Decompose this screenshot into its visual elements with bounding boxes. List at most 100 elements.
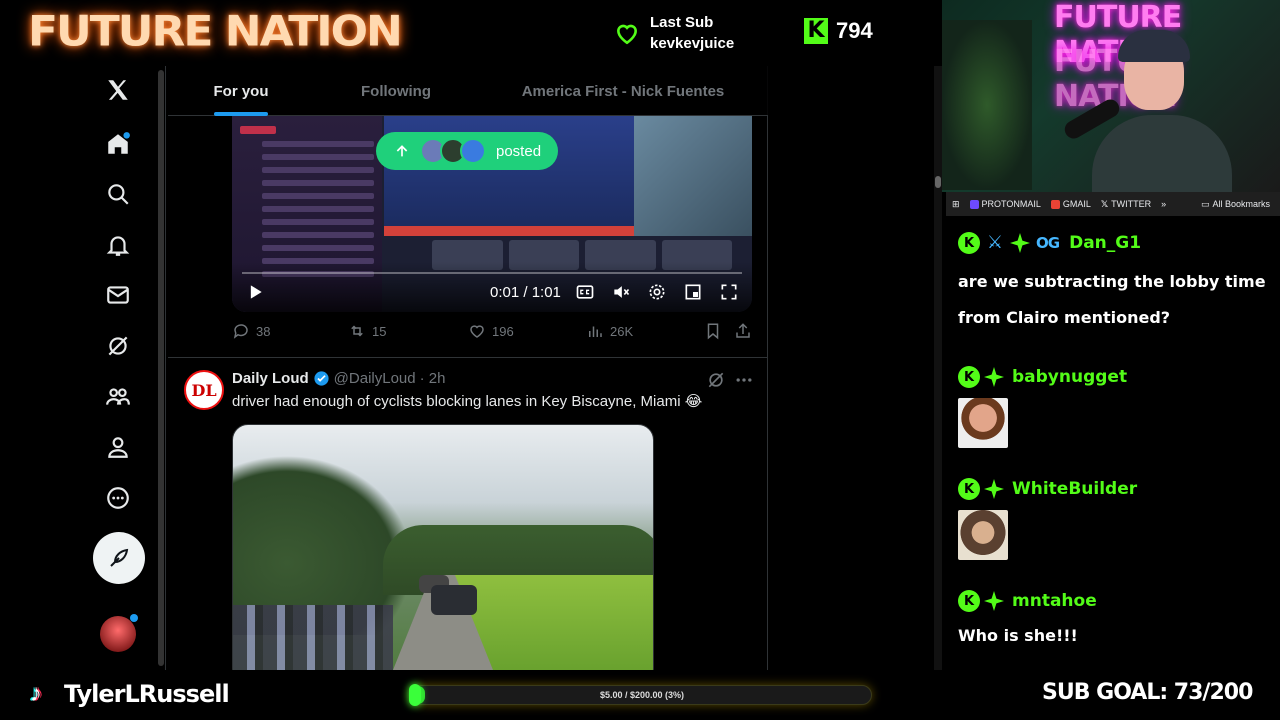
brand-logo: FUTURE NATION xyxy=(28,7,403,56)
tab-for-you[interactable]: For you xyxy=(168,66,314,116)
chat-message: K mntahoe Who is she!!! xyxy=(958,588,1272,654)
repost-button[interactable]: 15 xyxy=(348,322,386,340)
chat-username[interactable]: babynugget xyxy=(1012,367,1127,387)
video-time: 0:01 / 1:01 xyxy=(490,284,561,301)
settings-gear-icon[interactable] xyxy=(646,282,668,302)
last-sub-label: Last Sub xyxy=(650,14,714,31)
video-progress-bar[interactable] xyxy=(242,272,742,274)
webcam-feed: FUTURE NATION FUTURE NATION xyxy=(942,0,1280,192)
new-posts-pill[interactable]: posted xyxy=(376,132,558,170)
reply-count: 38 xyxy=(256,323,271,339)
like-count: 196 xyxy=(492,323,514,339)
tab-following[interactable]: Following xyxy=(314,66,478,116)
more-options-icon[interactable] xyxy=(734,370,754,390)
post-header: Daily Loud @DailyLoud · 2h xyxy=(232,370,445,387)
bookmarks-bar: ⊞ PROTONMAIL GMAIL 𝕏 TWITTER » ▭ All Bookm… xyxy=(946,192,1280,216)
stream-bottom-bar: ♪ TylerLRussell $5.00 / $200.00 (3%) SUB… xyxy=(0,670,1280,720)
captions-icon[interactable] xyxy=(574,282,596,302)
all-bookmarks[interactable]: ▭ All Bookmarks xyxy=(1201,199,1280,210)
posted-label: posted xyxy=(496,142,542,160)
verified-badge-icon xyxy=(314,371,329,386)
post-media[interactable] xyxy=(232,424,654,670)
grok-explain-icon[interactable] xyxy=(706,370,726,390)
sword-badge-icon: ⚔ xyxy=(986,232,1004,253)
grok-icon[interactable] xyxy=(98,326,138,366)
pip-icon[interactable] xyxy=(682,282,704,302)
og-badge-icon: OG xyxy=(1036,234,1060,252)
page-scrollbar[interactable] xyxy=(934,66,942,670)
heart-icon xyxy=(617,24,637,45)
kick-badge-icon: K xyxy=(958,590,980,612)
like-button[interactable]: 196 xyxy=(468,322,514,340)
communities-icon[interactable] xyxy=(98,377,138,417)
bookmark-protonmail[interactable]: PROTONMAIL xyxy=(969,199,1041,209)
more-circle-icon[interactable] xyxy=(98,478,138,518)
profile-icon[interactable] xyxy=(98,427,138,467)
bell-icon[interactable] xyxy=(98,225,138,265)
subscriber-badge-icon xyxy=(984,591,1004,611)
chat-message: K WhiteBuilder xyxy=(958,476,1272,560)
subscriber-badge-icon xyxy=(984,367,1004,387)
chat-username[interactable]: WhiteBuilder xyxy=(1012,479,1137,499)
video-player[interactable]: posted 0:01 / 1:01 xyxy=(232,116,752,312)
chat-panel: K ⚔ OG Dan_G1 are we subtracting the lob… xyxy=(946,216,1280,670)
reply-button[interactable]: 38 xyxy=(232,322,270,340)
author-handle[interactable]: @DailyLoud xyxy=(334,370,416,387)
home-icon[interactable] xyxy=(98,124,138,164)
kick-badge-icon: K xyxy=(958,478,980,500)
search-icon[interactable] xyxy=(98,174,138,214)
timeline-tabs: For you Following America First - Nick F… xyxy=(168,66,768,116)
x-app-window: For you Following America First - Nick F… xyxy=(0,66,942,670)
kick-badge-icon: K xyxy=(958,232,980,254)
chat-username[interactable]: Dan_G1 xyxy=(1069,233,1141,253)
play-icon[interactable] xyxy=(244,282,266,302)
arrow-up-icon xyxy=(396,145,408,157)
author-avatar[interactable]: DL xyxy=(184,370,224,410)
donation-goal-text: $5.00 / $200.00 (3%) xyxy=(599,690,685,700)
nav-scrollbar[interactable] xyxy=(158,70,164,666)
fullscreen-icon[interactable] xyxy=(718,282,740,302)
video-frame-map xyxy=(634,116,752,236)
chevron-more-icon[interactable]: » xyxy=(1161,199,1166,209)
author-name[interactable]: Daily Loud xyxy=(232,370,309,387)
subscriber-badge-icon xyxy=(1010,233,1030,253)
chat-text: Who is she!!! xyxy=(958,626,1078,645)
mail-icon[interactable] xyxy=(98,275,138,315)
stream-top-bar: FUTURE NATION Last Sub kevkevjuice K 794 xyxy=(0,0,940,66)
sub-goal: SUB GOAL: 73/200 xyxy=(1042,680,1253,705)
notification-dot xyxy=(130,614,138,622)
account-avatar[interactable] xyxy=(100,614,138,652)
chat-emote xyxy=(958,510,1008,560)
post-text: driver had enough of cyclists blocking l… xyxy=(232,393,703,410)
kick-count-value: 794 xyxy=(836,18,873,43)
post-actions: 38 15 196 26K xyxy=(232,322,756,346)
post[interactable]: DL Daily Loud @DailyLoud · 2h driver had… xyxy=(168,358,768,670)
bookmark-gmail[interactable]: GMAIL xyxy=(1050,199,1091,209)
compose-post-button[interactable] xyxy=(93,532,145,584)
mute-icon[interactable] xyxy=(610,282,632,302)
share-button[interactable] xyxy=(734,322,752,340)
streamer-name: TylerLRussell xyxy=(64,680,230,708)
bookmark-twitter[interactable]: 𝕏 TWITTER xyxy=(1101,199,1151,210)
timeline: For you Following America First - Nick F… xyxy=(168,66,768,670)
kick-badge-icon: K xyxy=(958,366,980,388)
chat-username[interactable]: mntahoe xyxy=(1012,591,1097,611)
reply-icon xyxy=(233,324,248,339)
last-sub-user: kevkevjuice xyxy=(650,35,735,52)
chat-emote xyxy=(958,398,1008,448)
view-count: 26K xyxy=(610,323,634,339)
share-icon xyxy=(736,323,750,338)
views-button[interactable]: 26K xyxy=(586,322,633,340)
x-logo-icon[interactable] xyxy=(98,70,138,110)
subscriber-badge-icon xyxy=(984,479,1004,499)
right-column xyxy=(768,66,942,670)
donation-goal-bar: $5.00 / $200.00 (3%) xyxy=(409,684,872,706)
chat-text: are we subtracting the lobby time from C… xyxy=(958,272,1266,327)
kick-follower-count: K 794 xyxy=(804,18,873,44)
apps-grid-icon[interactable]: ⊞ xyxy=(952,199,960,210)
tab-america-first[interactable]: America First - Nick Fuentes xyxy=(478,66,768,116)
bookmark-button[interactable] xyxy=(704,322,722,340)
video-controls: 0:01 / 1:01 xyxy=(232,262,752,312)
chat-message: K ⚔ OG Dan_G1 are we subtracting the lob… xyxy=(958,230,1272,336)
post-time[interactable]: · 2h xyxy=(420,370,446,387)
